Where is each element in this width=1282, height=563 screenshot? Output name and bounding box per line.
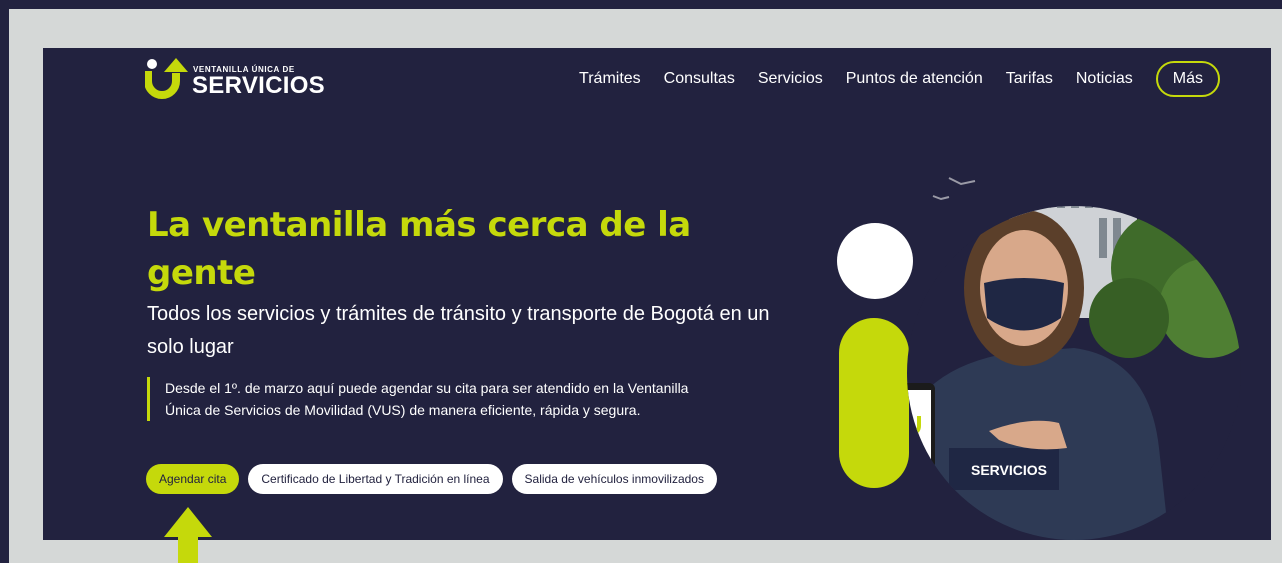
certificate-button[interactable]: Certificado de Libertad y Tradición en l… [248,464,503,494]
nav-tramites[interactable]: Trámites [579,70,641,88]
hero-title: La ventanilla más cerca de la gente [147,205,691,293]
bird-icon [932,177,976,201]
hero-illustration: SERVICIOS [837,177,1241,540]
jacket-logo-text: SERVICIOS [971,462,1047,478]
annotation-up-arrow-icon [164,507,212,563]
nav-consultas[interactable]: Consultas [664,70,735,88]
main-nav: Trámites Consultas Servicios Puntos de a… [556,59,1220,99]
vehicle-release-button[interactable]: Salida de vehículos inmovilizados [511,464,717,494]
nav-puntos-de-atencion[interactable]: Puntos de atención [846,70,983,88]
logo-u-arrow-icon [144,58,188,99]
nav-servicios[interactable]: Servicios [758,70,823,88]
agendar-cita-button[interactable]: Agendar cita [146,464,240,494]
hero-buttons: Agendar cita Certificado de Libertad y T… [146,464,726,494]
screenshot-frame: VENTANILLA ÚNICA DE SERVICIOS Trámites C… [9,9,1282,563]
nav-noticias[interactable]: Noticias [1076,70,1133,88]
hero-section: VENTANILLA ÚNICA DE SERVICIOS Trámites C… [43,48,1271,540]
more-button[interactable]: Más [1155,61,1220,97]
decor-green-shape [839,318,909,488]
decor-white-circle [837,223,913,299]
logo-big-text: SERVICIOS [192,72,325,99]
appointment-notice: Desde el 1º. de marzo aquí puede agendar… [147,377,725,421]
site-logo[interactable]: VENTANILLA ÚNICA DE SERVICIOS [144,57,335,101]
hero-subtitle: Todos los servicios y trámites de tránsi… [147,303,770,358]
nav-tarifas[interactable]: Tarifas [1006,70,1053,88]
